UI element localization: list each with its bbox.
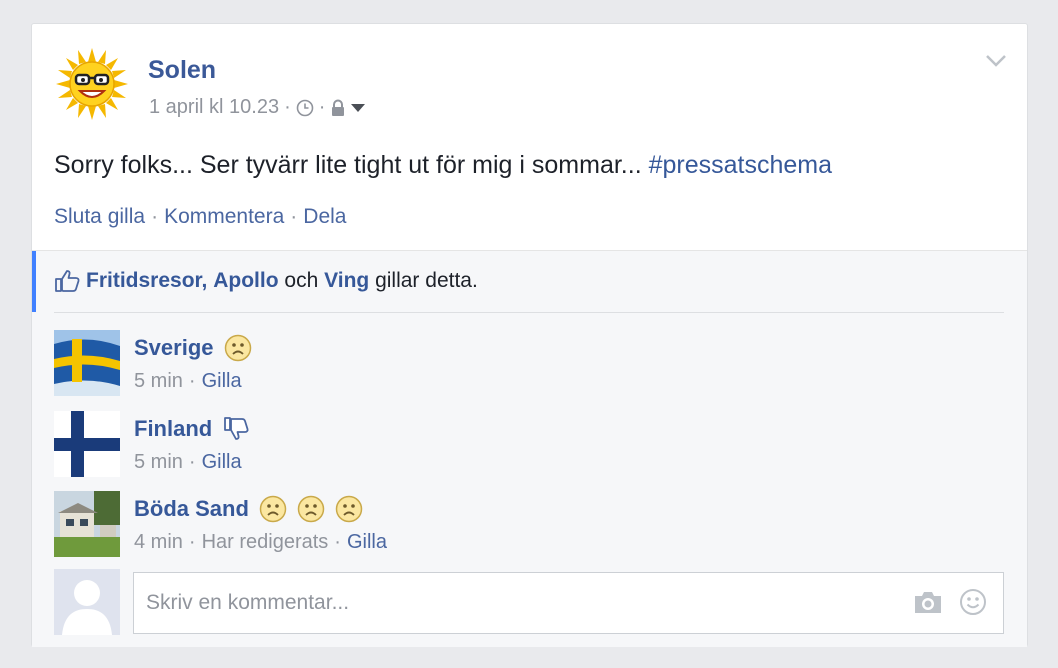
commenter-name-row: Böda Sand [134,495,363,523]
meta-separator: · [334,531,341,553]
liker-link[interactable]: Fritidsresor [86,269,202,292]
comment-input-placeholder: Skriv en kommentar... [146,591,350,614]
comment-meta: 5 min · Gilla [134,370,242,393]
commenter-name-row: Finland [134,415,250,443]
likes-and: och [284,269,319,292]
chevron-down-icon[interactable] [985,54,1007,68]
unlike-link[interactable]: Sluta gilla [54,205,145,229]
commenter-name-row: Sverige [134,334,252,362]
commenter-name[interactable]: Sverige [134,335,214,361]
comment-item: Böda Sand 4 min · Har redigerats · Gilla [54,491,954,561]
meta-separator: · [188,370,196,392]
like-comment-link[interactable]: Gilla [202,370,242,393]
sad-face-icon [259,495,287,523]
commenter-avatar-sweden-flag[interactable] [54,330,120,396]
commenter-avatar-finland-flag[interactable] [54,411,120,477]
liker-link[interactable]: Apollo [213,269,278,292]
sad-face-icon [224,334,251,362]
post-actions: Sluta gilla · Kommentera · Dela [54,205,346,229]
current-user-avatar [54,569,120,635]
comment-time[interactable]: 5 min [134,370,183,393]
post-card: Solen 1 april kl 10.23 · · Sorry folks..… [31,23,1028,647]
lock-icon[interactable] [330,99,346,117]
comment-time[interactable]: 4 min [134,531,183,554]
post-timestamp[interactable]: 1 april kl 10.23 [149,96,279,119]
sad-face-icon [335,495,363,523]
feedback-section: Fritidsresor, Apollo och Ving gillar det… [32,250,1027,647]
author-avatar[interactable] [56,48,128,120]
meta-separator: · [284,96,291,118]
comment-item: Finland 5 min · Gilla [54,411,954,481]
sad-face-icon [297,495,325,523]
author-name[interactable]: Solen [148,56,216,85]
commenter-name[interactable]: Finland [134,416,212,442]
comment-time[interactable]: 5 min [134,451,183,474]
commenter-name[interactable]: Böda Sand [134,496,249,522]
hashtag-link[interactable]: #pressatschema [649,151,832,179]
commenter-avatar-photo[interactable] [54,491,120,557]
action-separator: · [151,205,159,228]
meta-separator: · [318,96,326,118]
comment-meta: 5 min · Gilla [134,451,242,474]
clock-icon [296,99,314,116]
likes-accent-bar [32,251,36,312]
post-text: Sorry folks... Ser tyvärr lite tight ut … [54,151,832,180]
meta-separator: · [188,531,196,553]
post-meta: 1 april kl 10.23 · · [149,96,366,119]
liker-link[interactable]: Ving [324,269,369,292]
thumbs-up-icon [55,270,80,292]
thumbs-down-icon [224,417,249,440]
meta-separator: · [188,451,196,473]
divider [54,312,1004,313]
comment-input[interactable]: Skriv en kommentar... [133,572,1004,634]
likes-summary: Fritidsresor, Apollo och Ving gillar det… [54,269,478,293]
post-body: Sorry folks... Ser tyvärr lite tight ut … [54,151,642,179]
like-comment-link[interactable]: Gilla [347,531,387,554]
share-link[interactable]: Dela [303,205,346,229]
like-comment-link[interactable]: Gilla [202,451,242,474]
edited-label[interactable]: Har redigerats [202,531,329,554]
comment-item: Sverige 5 min · Gilla [54,330,954,400]
comment-meta: 4 min · Har redigerats · Gilla [134,531,387,554]
comment-link[interactable]: Kommentera [164,205,284,229]
emoji-icon[interactable] [959,588,987,616]
list-comma: , [201,269,208,292]
caret-down-icon[interactable] [351,103,366,113]
camera-icon[interactable] [913,589,943,615]
action-separator: · [290,205,298,228]
likes-suffix: gillar detta. [375,269,478,292]
